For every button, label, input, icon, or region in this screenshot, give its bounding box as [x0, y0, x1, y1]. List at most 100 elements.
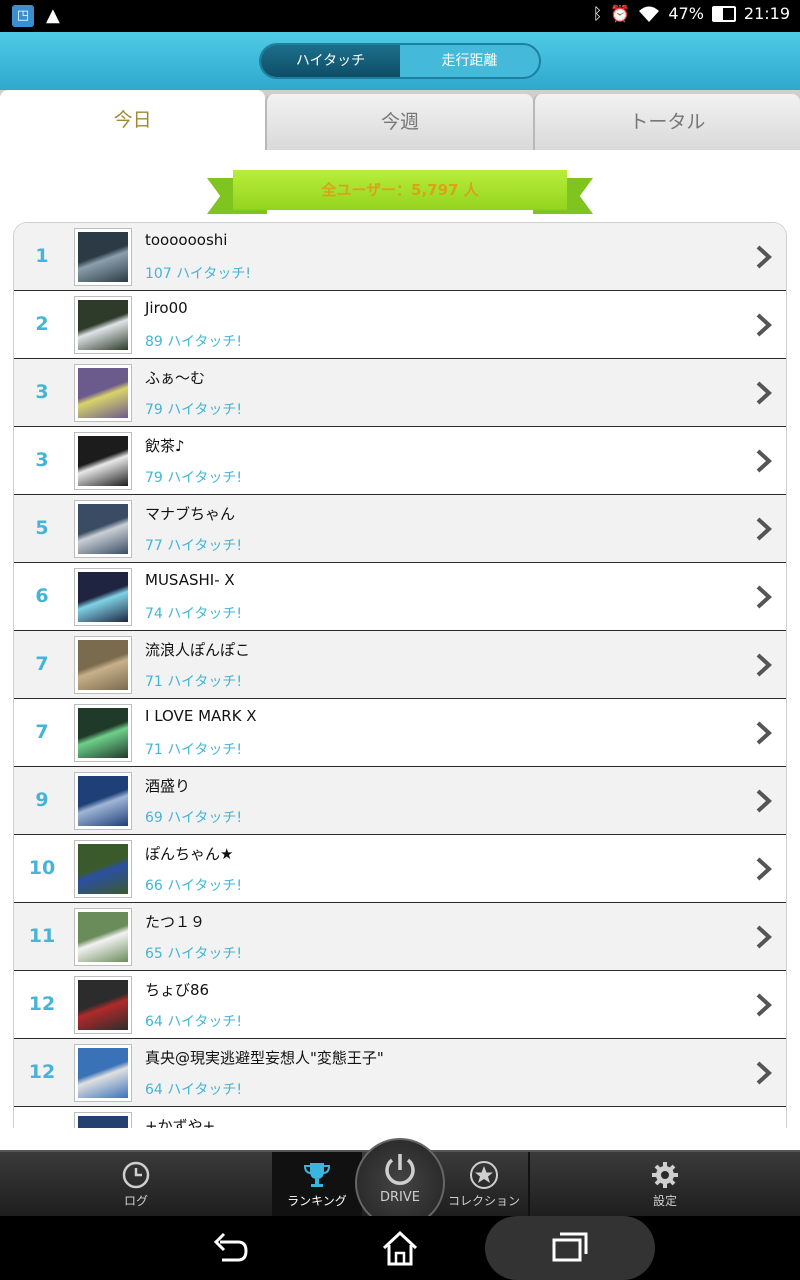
avatar: [74, 364, 132, 422]
tab-today[interactable]: 今日: [0, 90, 266, 150]
avatar: [74, 636, 132, 694]
ranking-list[interactable]: 1 tooooooshi 107 ハイタッチ! 2 Jiro00 89 ハイタッチ! 3 ふぁ…: [13, 222, 787, 1128]
drive-button[interactable]: DRIVE: [355, 1138, 445, 1228]
user-name: +かずや+: [145, 1117, 216, 1128]
avatar: [74, 1112, 132, 1128]
rank-number: 3: [35, 449, 49, 471]
mode-segmented-control: ハイタッチ 走行距離: [259, 43, 541, 79]
user-name: 飲茶♪: [145, 437, 185, 455]
user-name: ちょび86: [145, 981, 210, 999]
tab-total[interactable]: トータル: [532, 94, 800, 150]
ranking-row[interactable]: 12 ちょび86 64 ハイタッチ!: [14, 971, 786, 1039]
rank-number: 10: [28, 857, 56, 879]
user-name: 流浪人ぽんぽこ: [145, 641, 251, 659]
chevron-right-icon: [756, 993, 772, 1017]
ranking-row[interactable]: 3 ふぁ〜む 79 ハイタッチ!: [14, 359, 786, 427]
ranking-row[interactable]: 9 酒盛り 69 ハイタッチ!: [14, 767, 786, 835]
high-touch-count: 71 ハイタッチ!: [145, 742, 243, 758]
rank-number: 1: [35, 245, 49, 267]
high-touch-count: 66 ハイタッチ!: [145, 878, 243, 894]
user-name: 真央@現実逃避型妄想人"変態王子": [145, 1049, 384, 1067]
chevron-right-icon: [756, 381, 772, 405]
user-name: ふぁ〜む: [145, 369, 206, 387]
nav-ranking[interactable]: ランキング: [272, 1152, 362, 1216]
rank-number: 12: [28, 1061, 56, 1083]
segment-high-touch[interactable]: ハイタッチ: [261, 45, 400, 77]
nav-log-label: ログ: [123, 1194, 148, 1208]
avatar: [74, 1044, 132, 1102]
ranking-row[interactable]: 7 流浪人ぽんぽこ 71 ハイタッチ!: [14, 631, 786, 699]
ranking-row[interactable]: 1 tooooooshi 107 ハイタッチ!: [14, 223, 786, 291]
high-touch-count: 89 ハイタッチ!: [145, 334, 243, 350]
alarm-icon: ⏰: [610, 4, 631, 23]
user-name: tooooooshi: [145, 231, 228, 249]
user-count-ribbon: 全ユーザー：5,797 人: [207, 170, 593, 214]
user-name: I LOVE MARK X: [145, 707, 257, 725]
power-icon: [385, 1154, 415, 1185]
status-bar: ◳ ▲ ᛒ ⏰ 47% 21:19: [0, 0, 800, 32]
warning-icon: ▲: [46, 5, 60, 26]
tab-this-week[interactable]: 今週: [265, 94, 533, 150]
nav-ranking-label: ランキング: [287, 1194, 347, 1208]
chevron-right-icon: [756, 721, 772, 745]
avatar: [74, 976, 132, 1034]
home-icon[interactable]: [370, 1224, 430, 1272]
avatar: [74, 228, 132, 286]
nav-settings[interactable]: 設定: [528, 1152, 800, 1216]
avatar: [74, 772, 132, 830]
avatar: [74, 840, 132, 898]
ranking-row[interactable]: 6 MUSASHI- X 74 ハイタッチ!: [14, 563, 786, 631]
back-icon[interactable]: [200, 1224, 260, 1272]
nav-log[interactable]: ログ: [0, 1152, 272, 1216]
ranking-row[interactable]: 5 マナブちゃん 77 ハイタッチ!: [14, 495, 786, 563]
user-name: 酒盛り: [145, 777, 191, 795]
high-touch-count: 79 ハイタッチ!: [145, 402, 243, 418]
high-touch-count: 64 ハイタッチ!: [145, 1082, 243, 1098]
ranking-row[interactable]: +かずや+: [14, 1107, 786, 1128]
rank-number: 5: [35, 517, 49, 539]
high-touch-count: 65 ハイタッチ!: [145, 946, 243, 962]
high-touch-count: 107 ハイタッチ!: [145, 266, 251, 282]
rank-number: 11: [28, 925, 56, 947]
chevron-right-icon: [756, 925, 772, 949]
chevron-right-icon: [756, 789, 772, 813]
drive-label: DRIVE: [380, 1190, 420, 1205]
nav-collection-label: コレクション: [447, 1194, 520, 1208]
recent-apps-icon: [552, 1232, 588, 1262]
high-touch-count: 77 ハイタッチ!: [145, 538, 243, 554]
segment-distance[interactable]: 走行距離: [400, 45, 539, 77]
period-tabs: 今日 今週 トータル: [0, 90, 800, 150]
chevron-right-icon: [756, 245, 772, 269]
avatar: [74, 568, 132, 626]
avatar: [74, 908, 132, 966]
app-notification-icon: ◳: [12, 5, 34, 27]
trophy-icon: [303, 1163, 331, 1187]
wifi-icon: [639, 6, 660, 22]
chevron-right-icon: [756, 653, 772, 677]
chevron-right-icon: [756, 857, 772, 881]
ranking-row[interactable]: 7 I LOVE MARK X 71 ハイタッチ!: [14, 699, 786, 767]
ranking-row[interactable]: 3 飲茶♪ 79 ハイタッチ!: [14, 427, 786, 495]
app-header: ハイタッチ 走行距離: [0, 32, 800, 90]
bluetooth-icon: ᛒ: [592, 4, 603, 23]
avatar: [74, 296, 132, 354]
nav-collection[interactable]: コレクション: [440, 1152, 528, 1216]
chevron-right-icon: [756, 517, 772, 541]
ranking-row[interactable]: 10 ぽんちゃん★ 66 ハイタッチ!: [14, 835, 786, 903]
recent-apps-button[interactable]: [485, 1216, 655, 1280]
battery-percent: 47%: [668, 4, 704, 23]
rank-number: 7: [35, 653, 49, 675]
user-name: MUSASHI- X: [145, 571, 235, 589]
high-touch-count: 79 ハイタッチ!: [145, 470, 243, 486]
rank-number: 6: [35, 585, 49, 607]
ranking-row[interactable]: 12 真央@現実逃避型妄想人"変態王子" 64 ハイタッチ!: [14, 1039, 786, 1107]
high-touch-count: 71 ハイタッチ!: [145, 674, 243, 690]
user-count-text: 全ユーザー：5,797 人: [233, 170, 567, 210]
user-name: たつ１９: [145, 913, 206, 931]
rank-number: 7: [35, 721, 49, 743]
ranking-row[interactable]: 2 Jiro00 89 ハイタッチ!: [14, 291, 786, 359]
chevron-right-icon: [756, 585, 772, 609]
ranking-row[interactable]: 11 たつ１９ 65 ハイタッチ!: [14, 903, 786, 971]
chevron-right-icon: [756, 313, 772, 337]
battery-charging-icon: [711, 5, 736, 22]
